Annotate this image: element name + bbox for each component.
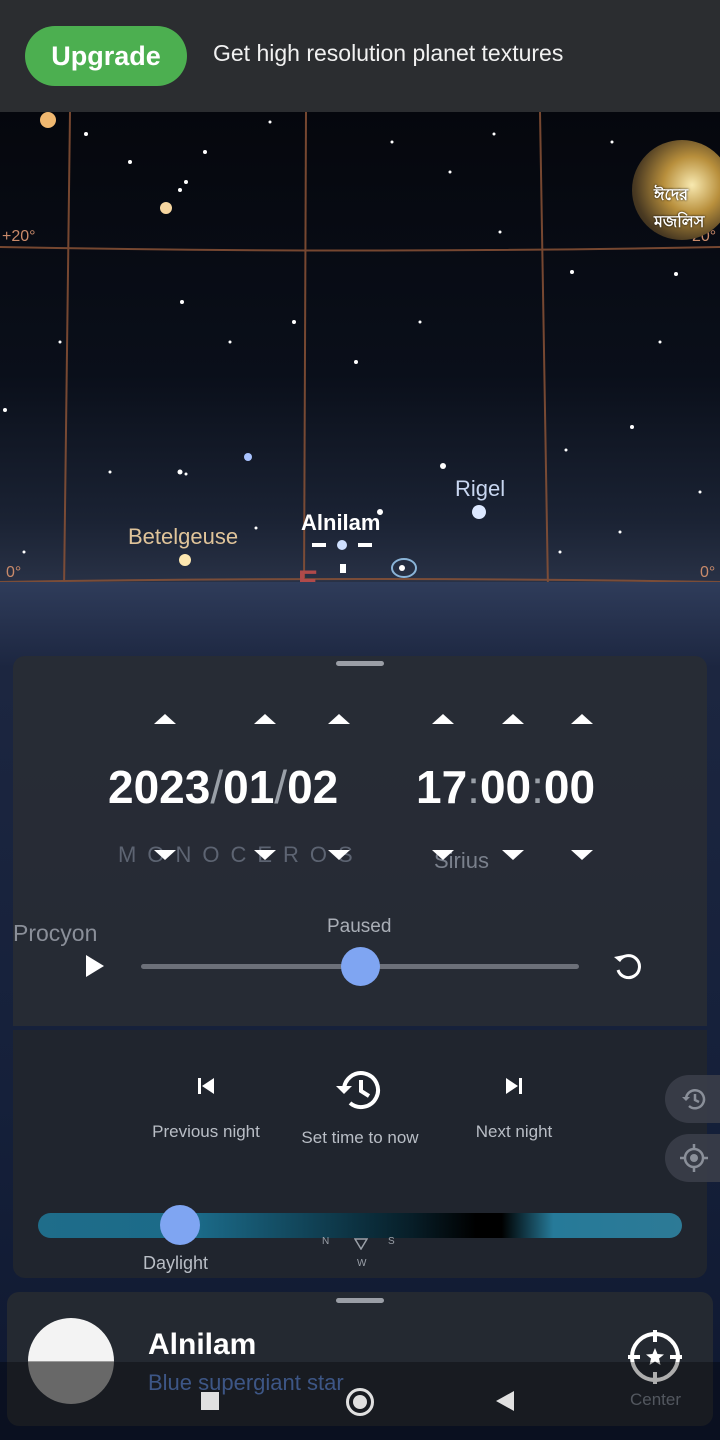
hour-increment-button[interactable] <box>432 714 454 724</box>
skip-previous-icon <box>198 1078 214 1094</box>
second-increment-button[interactable] <box>571 714 593 724</box>
day-increment-button[interactable] <box>328 714 350 724</box>
month-increment-button[interactable] <box>254 714 276 724</box>
object-name: Alnilam <box>148 1328 257 1361</box>
month-value[interactable]: 01 <box>223 761 274 813</box>
mini-compass-n: N <box>322 1236 330 1247</box>
second-value[interactable]: 00 <box>544 761 595 813</box>
second-decrement-button[interactable] <box>571 850 593 860</box>
side-history-button[interactable] <box>665 1075 720 1123</box>
hour-decrement-button[interactable] <box>432 850 454 860</box>
time-separator: : <box>467 761 480 813</box>
year-value[interactable]: 2023 <box>108 761 210 813</box>
date-display: 2023/01/02 <box>108 760 338 814</box>
day-value[interactable]: 02 <box>287 761 338 813</box>
hour-value[interactable]: 17 <box>416 761 467 813</box>
skip-next-icon <box>506 1078 522 1094</box>
previous-night-button[interactable]: Previous night <box>140 1072 272 1142</box>
grid-label-plus20-left: +20° <box>2 228 36 245</box>
side-locate-button[interactable] <box>665 1134 720 1182</box>
reset-speed-icon[interactable] <box>610 948 646 984</box>
gps-target-icon <box>680 1144 708 1172</box>
star-label-procyon: Procyon <box>13 920 98 946</box>
previous-night-label: Previous night <box>152 1122 260 1141</box>
play-icon[interactable] <box>86 955 104 977</box>
playback-status: Paused <box>327 916 392 937</box>
month-decrement-button[interactable] <box>254 850 276 860</box>
promo-text[interactable]: Get high resolution planet textures <box>213 40 563 67</box>
grid-label-zero-right: 0° <box>700 564 716 581</box>
mini-compass-s: S <box>388 1236 395 1247</box>
set-time-now-label: Set time to now <box>301 1128 419 1147</box>
grid-label-zero-left: 0° <box>6 564 22 581</box>
history-icon <box>682 1089 706 1110</box>
daylight-slider[interactable] <box>38 1213 682 1238</box>
star-label-rigel[interactable]: Rigel <box>455 476 505 502</box>
year-decrement-button[interactable] <box>154 850 176 860</box>
system-navigation-bar <box>0 1362 720 1440</box>
panel-drag-handle[interactable] <box>336 661 384 666</box>
minute-decrement-button[interactable] <box>502 850 524 860</box>
time-display: 17:00:00 <box>416 760 595 814</box>
set-time-now-button[interactable]: Set time to now <box>292 1062 428 1148</box>
recents-icon[interactable] <box>201 1392 219 1410</box>
daylight-label: Daylight <box>143 1253 209 1273</box>
star-label-betelgeuse[interactable]: Betelgeuse <box>128 524 238 550</box>
date-separator: / <box>274 761 288 813</box>
upgrade-banner: Upgrade Get high resolution planet textu… <box>0 0 720 112</box>
upgrade-button[interactable]: Upgrade <box>25 26 187 86</box>
daylight-slider-thumb[interactable] <box>159 1205 200 1245</box>
back-icon[interactable] <box>496 1391 514 1411</box>
next-night-button[interactable]: Next night <box>460 1072 568 1142</box>
date-separator: / <box>210 761 224 813</box>
home-icon[interactable] <box>346 1388 374 1416</box>
history-icon <box>336 1071 380 1109</box>
year-increment-button[interactable] <box>154 714 176 724</box>
day-decrement-button[interactable] <box>328 850 350 860</box>
info-card-drag-handle[interactable] <box>336 1298 384 1303</box>
sky-view[interactable]: +20° 20° 0° 0° Betelgeuse Alnilam Rigel … <box>0 112 720 590</box>
star-label-alnilam[interactable]: Alnilam <box>301 510 380 536</box>
minute-value[interactable]: 00 <box>480 761 531 813</box>
moon-overlay-text: ঈদের মজলিস <box>654 187 705 231</box>
time-separator: : <box>531 761 544 813</box>
compass-arrow-icon <box>354 1238 368 1250</box>
next-night-label: Next night <box>475 1122 553 1141</box>
mini-compass-w: W <box>357 1258 367 1269</box>
time-speed-slider-thumb[interactable] <box>340 947 380 986</box>
minute-increment-button[interactable] <box>502 714 524 724</box>
